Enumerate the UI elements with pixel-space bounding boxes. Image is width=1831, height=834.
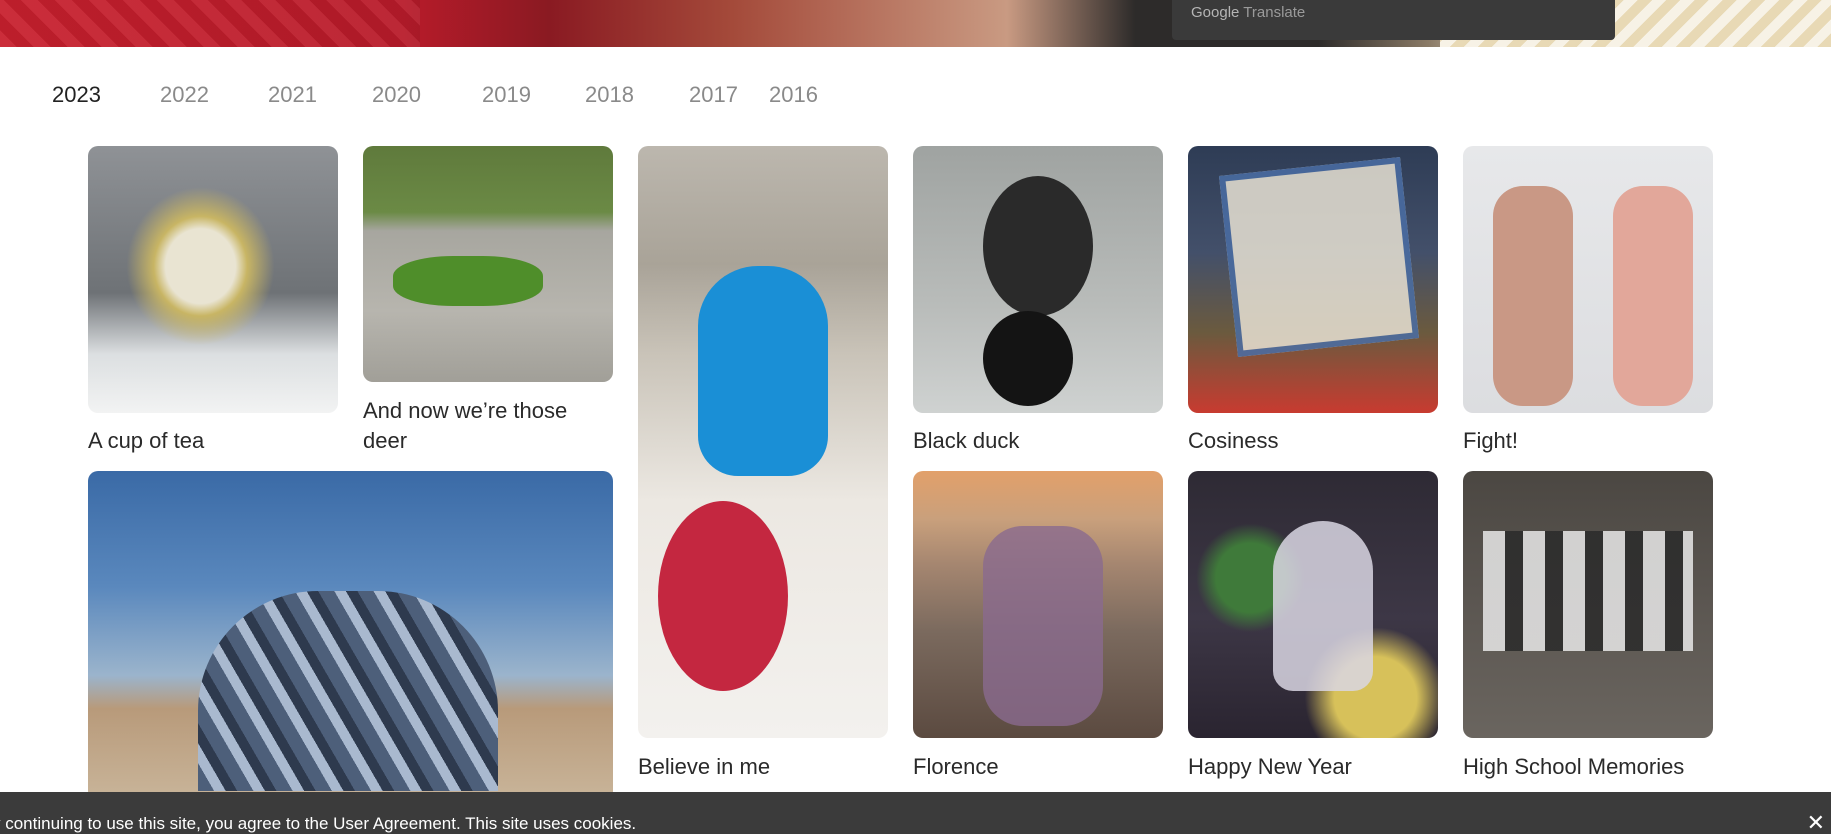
- gallery-image-high-school-memories[interactable]: [1463, 471, 1713, 738]
- gallery-caption-fight[interactable]: Fight!: [1463, 426, 1518, 456]
- gallery-caption-black-duck[interactable]: Black duck: [913, 426, 1019, 456]
- gallery-caption-cosiness[interactable]: Cosiness: [1188, 426, 1278, 456]
- gallery-caption-deer-line2[interactable]: deer: [363, 426, 407, 456]
- year-tabs: 2023 2022 2021 2020 2019 2018 2017 2016: [52, 82, 818, 108]
- gallery-caption-believe-in-me[interactable]: Believe in me: [638, 752, 770, 782]
- cookie-consent-bar: y continuing to use this site, you agree…: [0, 792, 1831, 834]
- google-translate-bar[interactable]: Google Translate: [1172, 0, 1615, 40]
- tab-year-2023[interactable]: 2023: [52, 82, 160, 108]
- tab-year-2020[interactable]: 2020: [372, 82, 482, 108]
- gallery-image-deer[interactable]: [363, 146, 613, 382]
- gallery-caption-cup-of-tea[interactable]: A cup of tea: [88, 426, 204, 456]
- gallery-caption-florence[interactable]: Florence: [913, 752, 999, 782]
- tab-year-2022[interactable]: 2022: [160, 82, 268, 108]
- close-icon[interactable]: ✕: [1807, 810, 1825, 834]
- gallery-image-cup-of-tea[interactable]: [88, 146, 338, 413]
- gallery-image-fight[interactable]: [1463, 146, 1713, 413]
- translate-label: Translate: [1243, 4, 1306, 21]
- gallery-image-black-duck[interactable]: [913, 146, 1163, 413]
- gallery-image-mirror-dress[interactable]: [88, 471, 613, 801]
- gallery-caption-deer-line1[interactable]: And now we’re those: [363, 396, 567, 426]
- google-logo-text: Google: [1191, 4, 1240, 21]
- tab-year-2016[interactable]: 2016: [769, 82, 818, 108]
- gallery-image-believe-in-me[interactable]: [638, 146, 888, 738]
- gallery-caption-happy-new-year[interactable]: Happy New Year: [1188, 752, 1352, 782]
- tab-year-2017[interactable]: 2017: [689, 82, 769, 108]
- tab-year-2021[interactable]: 2021: [268, 82, 372, 108]
- tab-year-2019[interactable]: 2019: [482, 82, 585, 108]
- banner-pattern: [0, 0, 420, 47]
- tab-year-2018[interactable]: 2018: [585, 82, 689, 108]
- gallery-caption-high-school-memories[interactable]: High School Memories: [1463, 752, 1684, 782]
- gallery-image-happy-new-year[interactable]: [1188, 471, 1438, 738]
- gallery-image-cosiness[interactable]: [1188, 146, 1438, 413]
- cookie-consent-text: y continuing to use this site, you agree…: [0, 814, 637, 833]
- gallery-image-florence[interactable]: [913, 471, 1163, 738]
